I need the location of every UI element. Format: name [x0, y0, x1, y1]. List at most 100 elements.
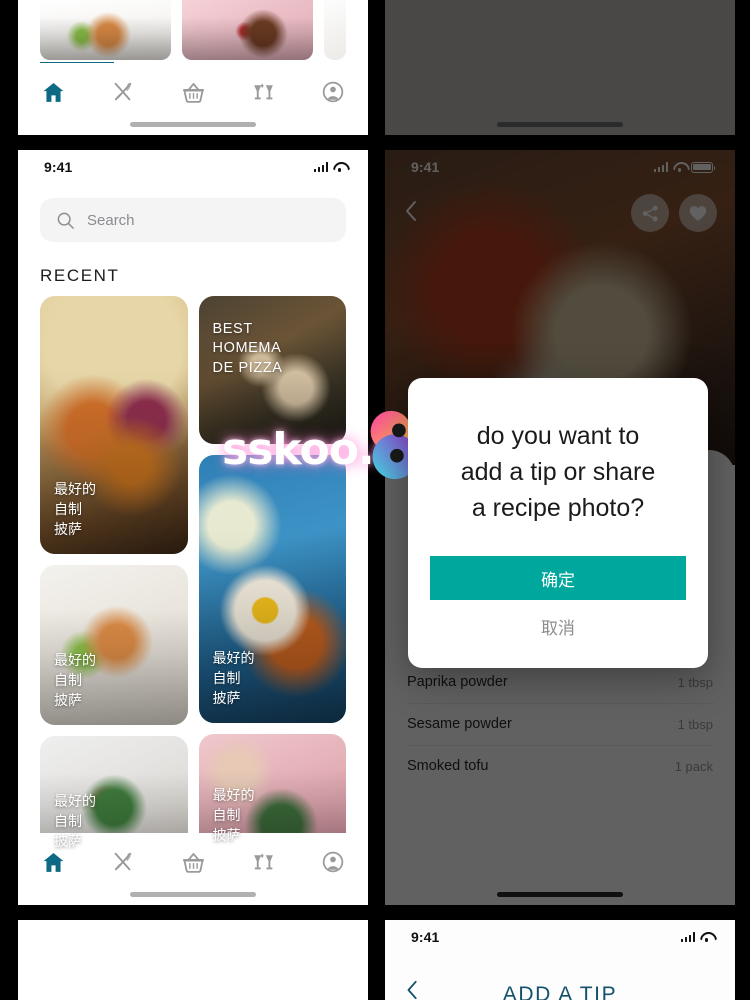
nav-recipes[interactable] — [103, 847, 143, 877]
share-icon — [642, 205, 658, 221]
panel-add-a-tip: 9:41 ADD A TIP — [385, 920, 735, 1000]
search-placeholder: Search — [87, 211, 135, 229]
person-icon — [322, 81, 344, 103]
ingredient-row: Sesame powder 1 tbsp — [407, 704, 713, 746]
favorite-button[interactable] — [312, 964, 350, 1000]
card-shade — [40, 0, 171, 60]
dialog-cancel-button[interactable]: 取消 — [430, 606, 686, 646]
heart-icon — [322, 975, 340, 991]
status-icons — [680, 932, 714, 943]
status-bar: 9:41 — [385, 920, 735, 954]
nav-basket[interactable] — [173, 77, 213, 107]
feed-cards-strip — [18, 0, 368, 65]
wifi-icon — [333, 162, 346, 173]
status-icons — [286, 931, 349, 943]
panel-home-feed-bottom — [18, 0, 368, 135]
status-bar: 9:41 — [385, 150, 735, 184]
ingredient-amount: 1 pack — [674, 758, 713, 774]
search-bar[interactable]: Search — [40, 198, 346, 242]
ingredient-amount: 1 tbsp — [677, 716, 713, 732]
panel-dimmed-screen — [385, 0, 735, 135]
back-button[interactable] — [34, 968, 56, 999]
screenshot-stage: 9:41 Search RECENT 最好的 自制 披萨 最好的 自制 披萨 最… — [0, 0, 750, 1000]
section-title-recent: RECENT — [40, 266, 120, 285]
recipe-card-caption: 最好的 自制 披萨 — [212, 650, 255, 707]
page-title: ADD A TIP — [502, 983, 618, 1000]
panel-sriracha-recipe: 9:41 — [18, 920, 368, 1000]
fork-knife-icon — [114, 82, 132, 101]
signal-icon — [286, 932, 301, 942]
wifi-icon — [673, 162, 686, 173]
home-icon — [43, 82, 63, 102]
recipe-card-caption: 最好的 自制 披萨 — [54, 652, 96, 709]
nav-cheers[interactable] — [243, 77, 283, 107]
chevron-left-icon — [39, 971, 49, 991]
ingredient-row: Paprika powder 1 tbsp — [407, 662, 713, 704]
battery-icon — [324, 931, 349, 943]
status-icons — [313, 162, 347, 173]
share-button[interactable] — [631, 194, 669, 232]
person-icon — [322, 851, 344, 873]
recipe-grid: 最好的 自制 披萨 最好的 自制 披萨 最好的 自制 披萨 BEST HOMEM… — [18, 296, 368, 866]
chevron-left-icon — [406, 201, 416, 221]
bottom-nav — [18, 63, 368, 135]
battery-icon — [691, 161, 716, 173]
ingredient-amount: 1 tbsp — [677, 674, 713, 690]
back-button[interactable] — [401, 198, 423, 229]
wifi-icon — [700, 932, 713, 943]
recipe-card[interactable]: 最好的 自制 披萨 — [198, 455, 346, 723]
back-button[interactable] — [403, 978, 423, 1000]
status-time: 9:41 — [44, 929, 73, 945]
share-button[interactable] — [264, 964, 302, 1000]
status-bar: 9:41 — [18, 920, 368, 954]
recipe-card-caption: 最好的 自制 披萨 — [212, 787, 255, 844]
recipe-card[interactable]: 最好的 自制 披萨 — [40, 565, 188, 725]
card-shade — [182, 0, 313, 60]
nav-recipes[interactable] — [103, 77, 143, 107]
chevron-left-icon — [407, 980, 417, 1000]
home-indicator — [497, 892, 623, 897]
signal-icon — [653, 162, 668, 172]
status-time: 9:41 — [411, 929, 440, 945]
recipe-card[interactable]: BEST HOMEMA DE PIZZA — [198, 296, 346, 444]
confirm-dialog: do you want to add a tip or share a reci… — [408, 378, 708, 668]
cheers-icon — [253, 83, 273, 99]
signal-icon — [680, 932, 695, 942]
dialog-message: do you want to add a tip or share a reci… — [460, 422, 656, 522]
grid-column-right: BEST HOMEMA DE PIZZA 最好的 自制 披萨 最好的 自制 披萨 — [198, 296, 346, 866]
dialog-confirm-button[interactable]: 确定 — [430, 556, 686, 600]
heart-icon — [689, 205, 707, 221]
ingredient-name: Smoked tofu — [407, 758, 489, 774]
search-icon — [57, 212, 74, 229]
ingredient-row: Smoked tofu 1 pack — [407, 746, 713, 787]
recipe-card-caption: 最好的 自制 披萨 — [54, 793, 96, 850]
signal-icon — [313, 162, 328, 172]
nav-profile[interactable] — [313, 847, 353, 877]
status-icons — [653, 161, 716, 173]
fork-knife-icon — [114, 852, 132, 871]
ingredient-name: Sesame powder — [407, 716, 512, 732]
grid-column-left: 最好的 自制 披萨 最好的 自制 披萨 最好的 自制 披萨 — [40, 296, 188, 866]
feed-card[interactable] — [182, 0, 313, 60]
panel-home: 9:41 Search RECENT 最好的 自制 披萨 最好的 自制 披萨 最… — [18, 150, 368, 905]
favorite-button[interactable] — [679, 194, 717, 232]
feed-card[interactable] — [324, 0, 346, 60]
home-indicator — [497, 122, 623, 127]
ingredient-name: Paprika powder — [407, 674, 508, 690]
share-icon — [275, 975, 291, 991]
nav-home[interactable] — [33, 77, 73, 107]
wifi-icon — [306, 932, 319, 943]
recipe-card-caption: BEST HOMEMA DE PIZZA — [212, 320, 283, 376]
home-indicator — [130, 122, 256, 127]
status-bar: 9:41 — [18, 150, 368, 184]
status-time: 9:41 — [411, 159, 440, 175]
basket-icon — [182, 82, 204, 103]
status-time: 9:41 — [44, 159, 73, 175]
recipe-card[interactable]: 最好的 自制 披萨 — [40, 296, 188, 554]
add-tip-header: ADD A TIP — [385, 972, 735, 1000]
nav-profile[interactable] — [313, 77, 353, 107]
cheers-icon — [253, 853, 273, 869]
home-indicator — [130, 892, 256, 897]
feed-card[interactable] — [40, 0, 171, 60]
recipe-card-caption: 最好的 自制 披萨 — [54, 481, 96, 538]
